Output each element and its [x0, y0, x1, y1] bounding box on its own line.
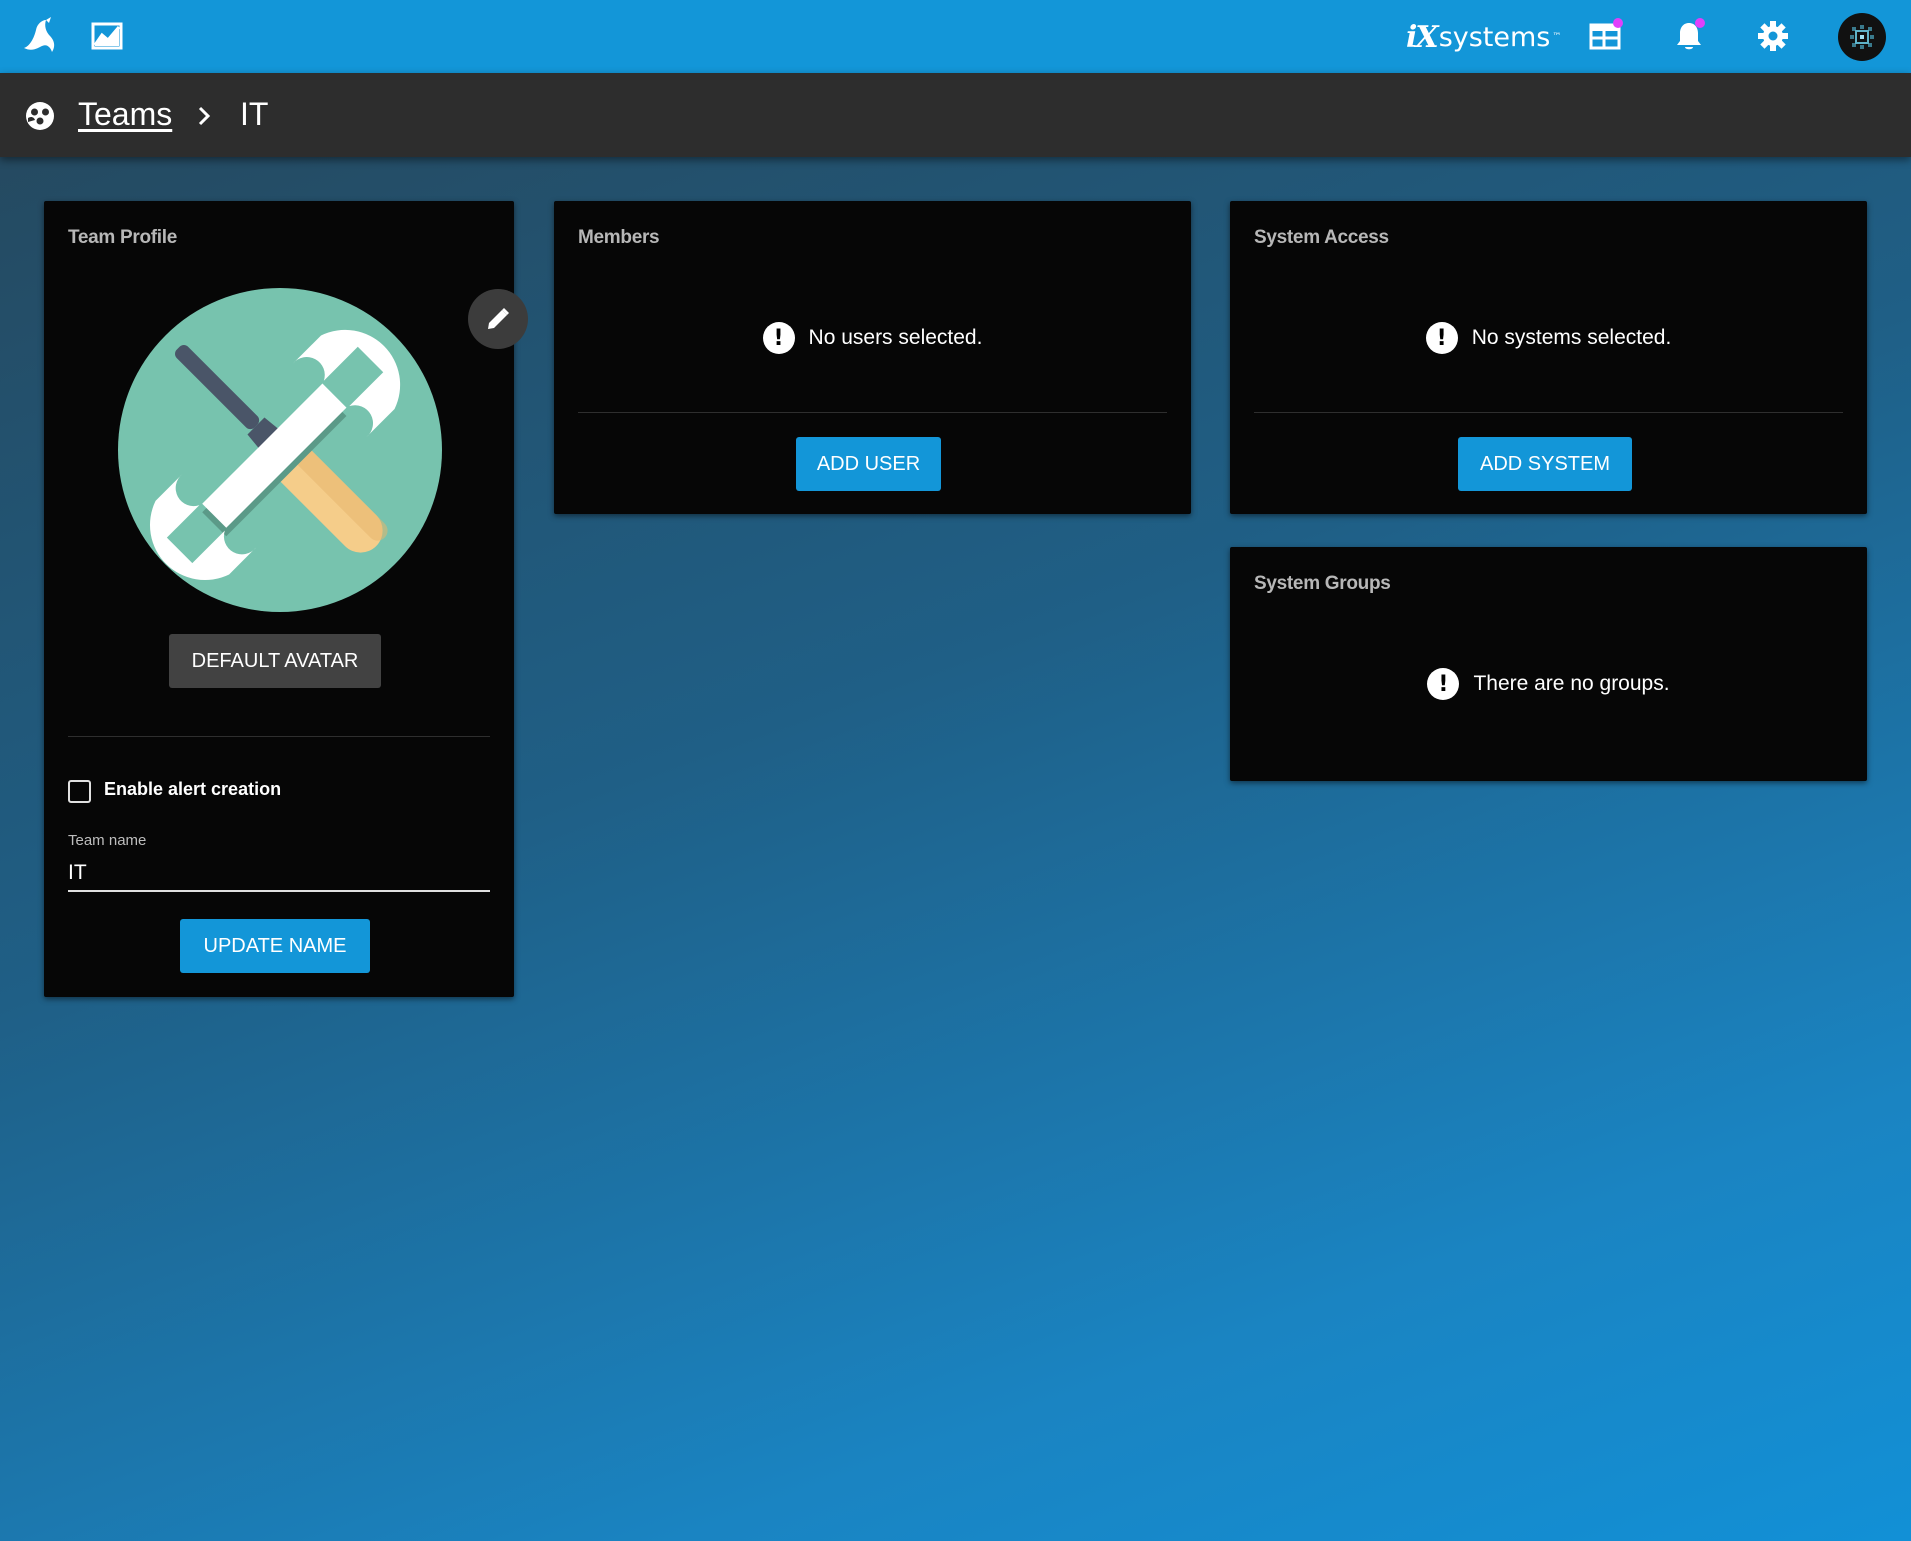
- chevron-right-icon: [198, 106, 211, 126]
- settings-gear-icon[interactable]: [1751, 14, 1795, 58]
- breadcrumb-link-teams[interactable]: Teams: [78, 96, 172, 133]
- notification-badge: [1695, 18, 1705, 28]
- system-access-title: System Access: [1254, 227, 1389, 248]
- system-access-empty-text: No systems selected.: [1471, 326, 1672, 349]
- alert-circle-icon: !: [1425, 322, 1458, 354]
- calendar-grid-icon[interactable]: [1583, 14, 1627, 58]
- members-empty-text: No users selected.: [808, 326, 983, 349]
- alert-circle-icon: !: [762, 322, 795, 354]
- user-avatar-icon[interactable]: [1838, 13, 1886, 61]
- profile-divider: [68, 736, 490, 737]
- dashboard-chart-icon[interactable]: [85, 14, 129, 58]
- teams-icon: [26, 102, 54, 130]
- calendar-badge: [1613, 18, 1623, 28]
- add-user-button[interactable]: ADD USER: [796, 437, 941, 491]
- system-access-empty-state: ! No systems selected.: [1230, 322, 1867, 354]
- team-name-input[interactable]: [68, 856, 490, 892]
- update-name-button[interactable]: UPDATE NAME: [180, 919, 370, 973]
- enable-alert-checkbox[interactable]: [68, 780, 91, 803]
- app-logo-icon[interactable]: [20, 14, 64, 58]
- system-groups-card: System Groups ! There are no groups.: [1230, 547, 1867, 781]
- members-divider: [578, 412, 1167, 413]
- system-groups-empty-text: There are no groups.: [1473, 672, 1670, 695]
- breadcrumb: Teams IT: [0, 73, 1911, 157]
- alert-circle-icon: !: [1427, 668, 1460, 700]
- pencil-icon: [488, 308, 509, 329]
- brand-tm: ™: [1552, 32, 1562, 42]
- members-empty-state: ! No users selected.: [554, 322, 1191, 354]
- ixsystems-logo: iX systems ™: [1406, 17, 1561, 57]
- system-groups-empty-state: ! There are no groups.: [1230, 668, 1867, 700]
- brand-systems: systems: [1438, 21, 1551, 53]
- members-card: Members ! No users selected. ADD USER: [554, 201, 1191, 514]
- edit-avatar-button[interactable]: [468, 289, 528, 349]
- team-profile-title: Team Profile: [68, 227, 178, 248]
- system-access-divider: [1254, 412, 1843, 413]
- notification-bell-icon[interactable]: [1667, 14, 1711, 58]
- team-name-label: Team name: [68, 832, 147, 849]
- breadcrumb-current: IT: [240, 96, 269, 132]
- enable-alert-label: Enable alert creation: [104, 779, 282, 799]
- system-groups-title: System Groups: [1254, 573, 1391, 594]
- system-access-card: System Access ! No systems selected. ADD…: [1230, 201, 1867, 514]
- add-system-button[interactable]: ADD SYSTEM: [1458, 437, 1632, 491]
- members-title: Members: [578, 227, 660, 248]
- team-avatar-tools-icon: [118, 288, 442, 612]
- default-avatar-button[interactable]: DEFAULT AVATAR: [169, 634, 381, 688]
- team-profile-card: Team Profile DEFAULT AVATAR Enable alert…: [44, 201, 528, 997]
- top-app-bar: iX systems ™: [0, 0, 1911, 73]
- brand-ix: iX: [1406, 19, 1439, 55]
